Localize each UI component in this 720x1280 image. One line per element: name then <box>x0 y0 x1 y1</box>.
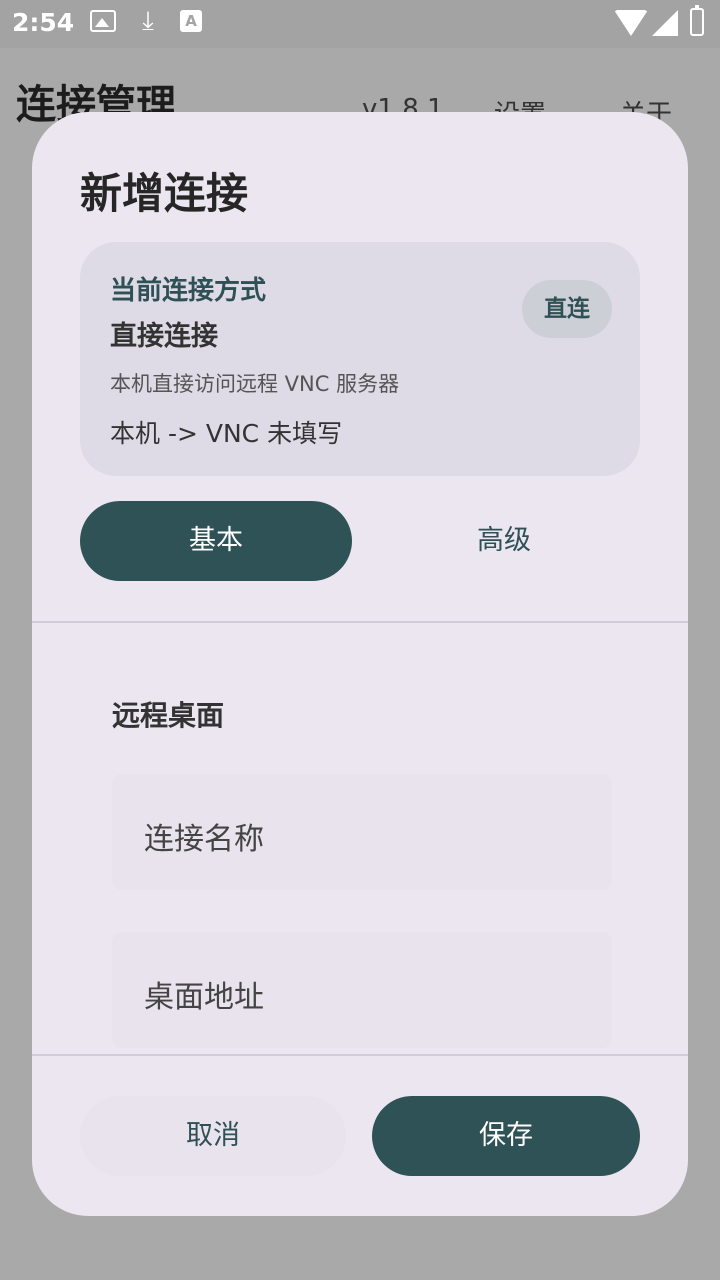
connection-name-field[interactable]: 连接名称 <box>112 774 612 890</box>
tab-advanced[interactable]: 高级 <box>368 501 640 581</box>
status-bar: 2:54 ⤓ A <box>0 0 720 48</box>
image-icon <box>90 10 116 32</box>
save-button[interactable]: 保存 <box>372 1096 640 1176</box>
dialog-title: 新增连接 <box>80 169 249 218</box>
mode-chip[interactable]: 直连 <box>522 280 612 338</box>
desktop-address-field[interactable]: 桌面地址 <box>112 932 612 1048</box>
divider <box>32 621 688 623</box>
wifi-icon <box>614 10 648 36</box>
mode-heading: 当前连接方式 <box>110 276 267 306</box>
connection-mode-card: 当前连接方式 直接连接 本机直接访问远程 VNC 服务器 本机 -> VNC 未… <box>80 242 640 476</box>
section-title: 远程桌面 <box>112 699 225 732</box>
desktop-address-placeholder: 桌面地址 <box>144 980 264 1015</box>
mode-route: 本机 -> VNC 未填写 <box>110 419 343 448</box>
battery-icon <box>690 5 704 36</box>
cancel-button[interactable]: 取消 <box>80 1096 346 1176</box>
new-connection-dialog: 新增连接 当前连接方式 直接连接 本机直接访问远程 VNC 服务器 本机 -> … <box>32 112 688 1216</box>
a-icon: A <box>180 10 202 32</box>
connection-name-placeholder: 连接名称 <box>144 822 264 857</box>
mode-description: 本机直接访问远程 VNC 服务器 <box>110 372 400 396</box>
status-time: 2:54 <box>12 8 75 37</box>
mode-name: 直接连接 <box>110 321 218 352</box>
download-icon: ⤓ <box>142 6 154 36</box>
tab-basic[interactable]: 基本 <box>80 501 352 581</box>
signal-icon <box>652 10 678 36</box>
divider <box>32 1054 688 1056</box>
